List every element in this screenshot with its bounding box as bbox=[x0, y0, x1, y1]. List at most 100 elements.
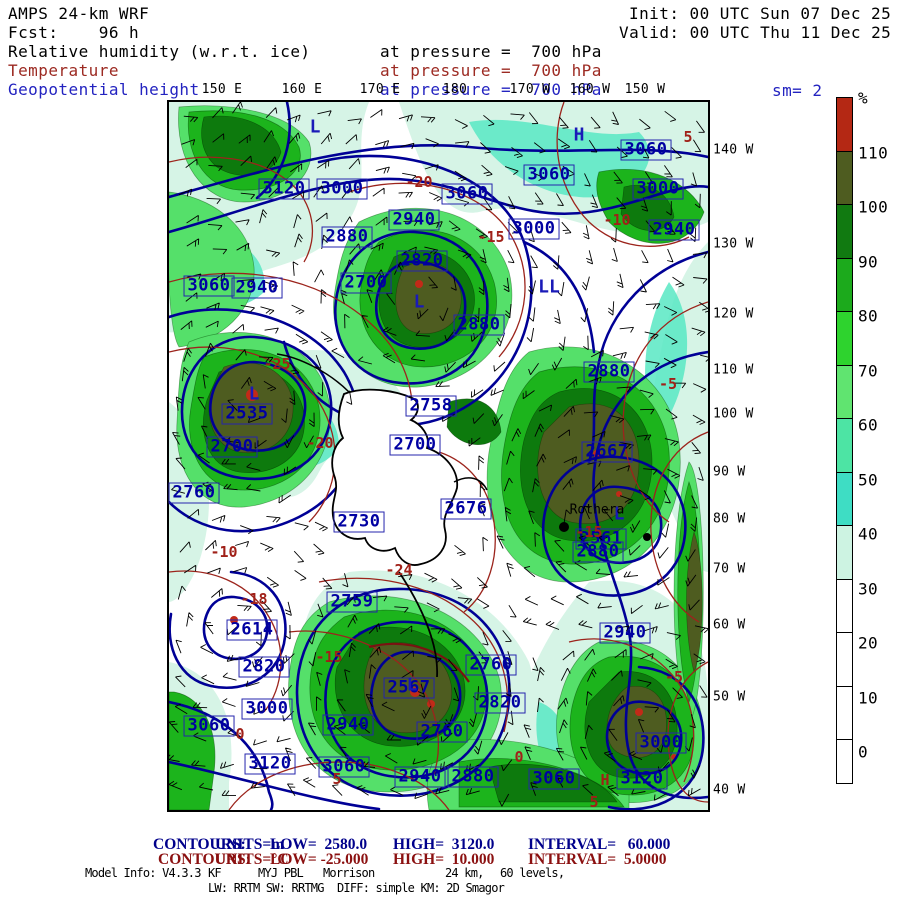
model-info-microphys: Morrison bbox=[323, 866, 374, 880]
longitude-tick-label: 160 E bbox=[282, 82, 323, 97]
colorbar-tick-label: 40 bbox=[858, 525, 878, 544]
temperature-contour-label: -25 bbox=[263, 355, 290, 373]
height-contour-label: 3120 bbox=[259, 179, 310, 200]
field-3-name: Geopotential height bbox=[8, 80, 200, 99]
model-info-diffusion: DIFF: simple KM: 2D Smagor bbox=[337, 881, 504, 895]
height-contour-label: 2880 bbox=[448, 767, 499, 788]
colorbar-tick-label: 0 bbox=[858, 743, 868, 762]
temperature-contour-label: 0 bbox=[514, 748, 523, 766]
height-contour-label: 3120 bbox=[617, 769, 668, 790]
height-contour-label: 3000 bbox=[509, 219, 560, 240]
longitude-tick-label: 110 W bbox=[713, 363, 754, 378]
longitude-tick-label: 50 W bbox=[713, 690, 746, 705]
height-contour-label: 3060 bbox=[184, 716, 235, 737]
height-contour-label: 2940 bbox=[232, 278, 283, 299]
pressure-center-mark: L bbox=[407, 675, 418, 696]
model-info-grid: 24 km, bbox=[445, 866, 484, 880]
colorbar-segment bbox=[836, 472, 853, 527]
height-contour-label: 2760 bbox=[466, 655, 517, 676]
height-contour-label: 3000 bbox=[242, 699, 293, 720]
forecast-hour: Fcst: 96 h bbox=[8, 23, 139, 42]
colorbar-segment bbox=[836, 258, 853, 313]
height-contour-label: 3000 bbox=[633, 179, 684, 200]
height-contour-label: 2759 bbox=[327, 592, 378, 613]
colorbar-tick-label: 110 bbox=[858, 143, 888, 162]
smoothing-label: sm= 2 bbox=[772, 81, 822, 100]
height-contour-label: 2880 bbox=[573, 542, 624, 563]
height-contour-label: 2880 bbox=[322, 227, 373, 248]
init-time: Init: 00 UTC Sun 07 Dec 25 bbox=[629, 4, 891, 23]
model-info-cumulus: KF bbox=[208, 866, 221, 880]
longitude-tick-label: 60 W bbox=[713, 618, 746, 633]
colorbar-unit: % bbox=[858, 89, 868, 108]
height-contour-label: 2730 bbox=[334, 512, 385, 533]
height-contour-label: 2940 bbox=[395, 767, 446, 788]
height-contour-label: 3060 bbox=[524, 165, 575, 186]
pressure-center-mark: LL bbox=[538, 277, 560, 298]
height-contour-label: 2820 bbox=[397, 251, 448, 272]
pressure-center-mark: L bbox=[414, 292, 425, 313]
colorbar-tick-label: 80 bbox=[858, 307, 878, 326]
field-3-level: at pressure = 700 hPa bbox=[380, 80, 602, 99]
longitude-tick-label: 170 E bbox=[360, 82, 401, 97]
amps-wrf-plot-page: AMPS 24-km WRF Init: 00 UTC Sun 07 Dec 2… bbox=[0, 0, 900, 900]
height-contour-label: 2700 bbox=[207, 437, 258, 458]
temperature-contour-label: 5 bbox=[332, 770, 341, 788]
colorbar-segment bbox=[836, 97, 853, 152]
height-contour-label: 2940 bbox=[649, 220, 700, 241]
colorbar-segment bbox=[836, 151, 853, 206]
height-contour-label: 3060 bbox=[529, 769, 580, 790]
colorbar-segment bbox=[836, 418, 853, 473]
temperature-contour-label: -15 bbox=[315, 648, 342, 666]
temperature-contour-label: -5 bbox=[659, 375, 677, 393]
colorbar-tick-label: 30 bbox=[858, 579, 878, 598]
temperature-contour-label: 5 bbox=[589, 793, 598, 811]
height-contour-label: 2667 bbox=[582, 442, 633, 463]
height-contour-label: 2535 bbox=[222, 404, 273, 425]
longitude-tick-label: 150 W bbox=[625, 82, 666, 97]
temperature-contour-label: -20 bbox=[306, 434, 333, 452]
colorbar-segment bbox=[836, 739, 853, 784]
pressure-center-mark: L bbox=[249, 384, 260, 405]
colorbar bbox=[836, 98, 853, 784]
station-label: Rothera bbox=[570, 503, 625, 518]
colorbar-segment bbox=[836, 686, 853, 741]
height-contour-label: 2760 bbox=[169, 483, 220, 504]
longitude-tick-label: 90 W bbox=[713, 465, 746, 480]
field-2-level: at pressure = 700 hPa bbox=[380, 61, 602, 80]
height-contour-label: 2760 bbox=[417, 722, 468, 743]
height-contour-label: 2700 bbox=[341, 273, 392, 294]
longitude-tick-label: 140 W bbox=[713, 143, 754, 158]
temperature-contour-label: -20 bbox=[405, 173, 432, 191]
colorbar-segment bbox=[836, 311, 853, 366]
height-contour-label: 2820 bbox=[475, 693, 526, 714]
temperature-contour-label: -15 bbox=[575, 523, 602, 541]
temperature-contour-label: -18 bbox=[240, 590, 267, 608]
longitude-tick-label: 170 W bbox=[510, 82, 551, 97]
model-title: AMPS 24-km WRF bbox=[8, 4, 149, 23]
temperature-contour-label: 0 bbox=[235, 725, 244, 743]
height-contour-label: 2758 bbox=[406, 396, 457, 417]
longitude-tick-label: 180 bbox=[443, 82, 467, 97]
height-contour-label: 2880 bbox=[584, 362, 635, 383]
height-contour-label: 3120 bbox=[245, 754, 296, 775]
longitude-tick-label: 130 W bbox=[713, 237, 754, 252]
height-contour-label: 2700 bbox=[390, 435, 441, 456]
model-info-levels: 60 levels, bbox=[500, 866, 564, 880]
colorbar-tick-label: 50 bbox=[858, 470, 878, 489]
longitude-tick-label: 150 E bbox=[202, 82, 243, 97]
height-contour-label: 2940 bbox=[389, 210, 440, 231]
colorbar-segment bbox=[836, 525, 853, 580]
field-2-name: Temperature bbox=[8, 61, 119, 80]
colorbar-tick-label: 20 bbox=[858, 634, 878, 653]
temperature-contour-label: H bbox=[600, 771, 609, 789]
colorbar-segment bbox=[836, 579, 853, 634]
longitude-tick-label: 120 W bbox=[713, 307, 754, 322]
height-contour-label: 3000 bbox=[636, 733, 687, 754]
height-contour-label: 3060 bbox=[184, 276, 235, 297]
pressure-center-mark: L bbox=[310, 117, 321, 138]
model-info-version: Model Info: V4.3.3 bbox=[85, 866, 201, 880]
valid-time: Valid: 00 UTC Thu 11 Dec 25 bbox=[619, 23, 891, 42]
field-1-name: Relative humidity (w.r.t. ice) bbox=[8, 42, 310, 61]
colorbar-segment bbox=[836, 365, 853, 420]
